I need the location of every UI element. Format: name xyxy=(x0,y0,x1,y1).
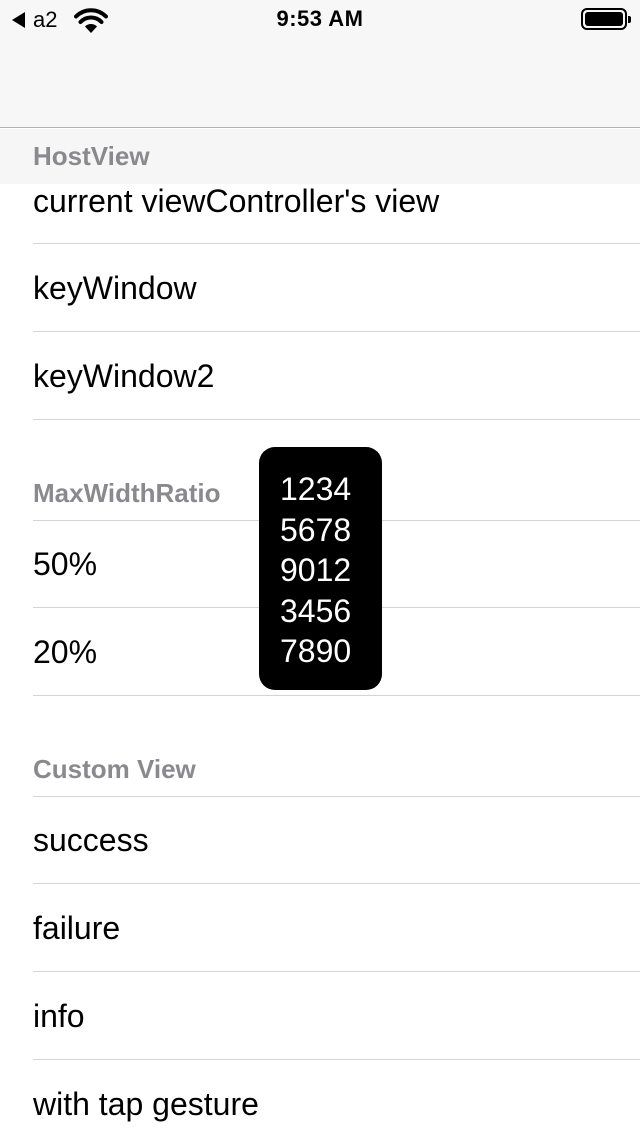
row-failure[interactable]: failure xyxy=(0,884,640,972)
navigation-bar xyxy=(0,40,640,128)
separator xyxy=(33,419,640,420)
toast-line: 3456 xyxy=(280,592,352,629)
row-info[interactable]: info xyxy=(0,972,640,1060)
section-header-label: HostView xyxy=(33,141,150,171)
row-label: failure xyxy=(33,909,121,946)
toast-line: 5678 xyxy=(280,511,352,548)
section-header-hostview: HostView xyxy=(0,129,640,184)
battery-fill xyxy=(585,12,623,26)
row-label: current viewController's view xyxy=(33,182,440,219)
row-label: keyWindow xyxy=(33,269,197,306)
status-time: 9:53 AM xyxy=(276,6,364,31)
toast-line: 7890 xyxy=(280,633,352,669)
battery-nub xyxy=(628,16,631,23)
section-header-custom-view: Custom View xyxy=(0,742,640,796)
row-label: success xyxy=(33,821,149,858)
row-keywindow[interactable]: keyWindow xyxy=(0,244,640,332)
section-header-label: Custom View xyxy=(33,753,196,784)
row-label: 50% xyxy=(33,545,98,582)
section-header-label: MaxWidthRatio xyxy=(33,477,221,508)
row-keywindow2[interactable]: keyWindow2 xyxy=(0,332,640,420)
row-label: info xyxy=(33,997,85,1034)
row-label: 20% xyxy=(33,633,98,670)
toast-line: 9012 xyxy=(280,552,352,588)
battery-icon xyxy=(581,8,631,30)
status-bar: a2 9:53 AM xyxy=(0,0,640,40)
row-success[interactable]: success xyxy=(0,797,640,883)
row-label: keyWindow2 xyxy=(33,357,215,394)
separator xyxy=(33,695,640,696)
toast-popup: 1234 5678 9012 3456 7890 xyxy=(259,447,382,690)
row-with-tap-gesture[interactable]: with tap gesture xyxy=(0,1060,640,1136)
toast-line: 1234 xyxy=(280,471,352,507)
row-label: with tap gesture xyxy=(33,1085,259,1122)
